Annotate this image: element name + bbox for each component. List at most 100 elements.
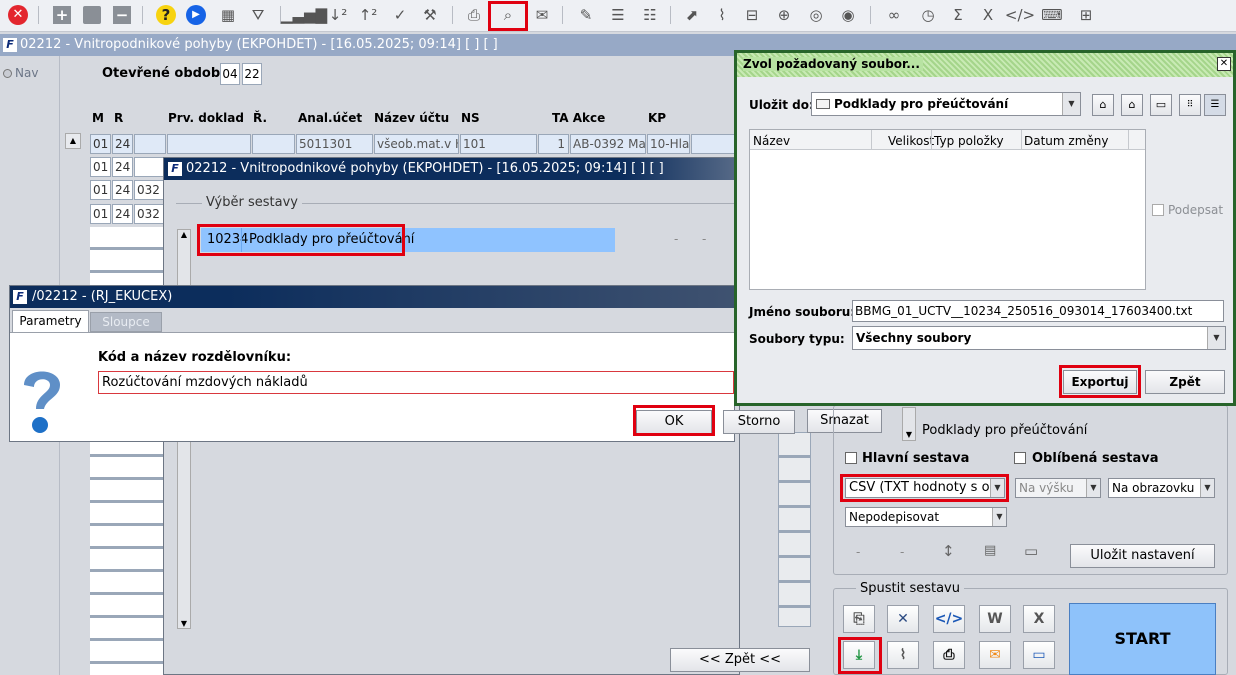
glasses-icon[interactable]: ∞	[882, 3, 906, 27]
row4-m[interactable]: 01	[90, 204, 111, 224]
filetype-select[interactable]: Všechny soubory ▼	[852, 326, 1226, 350]
filename-input[interactable]: BBMG_01_UCTV__10234_250516_093014_176034…	[852, 300, 1224, 322]
printer-icon[interactable]: ⎙	[933, 641, 965, 669]
clock-icon[interactable]: ◷	[916, 3, 940, 27]
sort-asc-icon[interactable]: ↓²	[326, 3, 350, 27]
col-ta-akce[interactable]: TA Akce	[552, 111, 605, 125]
close-icon[interactable]: ✕	[6, 3, 30, 27]
download-icon[interactable]: ⤓	[843, 641, 875, 669]
row1-nazev[interactable]: všeob.mat.v H	[374, 134, 459, 154]
distributor-input[interactable]: Rozúčtování mzdových nákladů	[98, 371, 734, 394]
email-icon[interactable]: ✉	[979, 641, 1011, 669]
row4-c[interactable]: 032	[134, 204, 166, 224]
row1-extra[interactable]	[691, 134, 735, 154]
col-type[interactable]: Typ položky	[934, 134, 1004, 148]
excel-icon[interactable]: X	[976, 3, 1000, 27]
signpost-icon[interactable]: ⊟	[740, 3, 764, 27]
settings-scroll[interactable]: ▼	[902, 407, 916, 441]
row2-c[interactable]	[134, 157, 166, 177]
report-item-selected[interactable]: 10234 Podklady pro přeúčtování	[201, 228, 615, 252]
col-date[interactable]: Datum změny	[1024, 134, 1109, 148]
edit-icon[interactable]: ✎	[574, 3, 598, 27]
list-view-icon[interactable]: ⠿	[1179, 94, 1201, 116]
row1-c[interactable]	[134, 134, 166, 154]
col-prv-doklad[interactable]: Prv. doklad	[168, 111, 244, 125]
new-folder-icon[interactable]: ▭	[1150, 94, 1172, 116]
calendar-icon[interactable]: ▦	[216, 3, 240, 27]
sort-desc-icon[interactable]: ↑²	[356, 3, 380, 27]
wrench-icon[interactable]: ⚒	[418, 3, 442, 27]
col-anal-ucet[interactable]: Anal.účet	[298, 111, 362, 125]
help-icon[interactable]: ?	[154, 3, 178, 27]
period-month[interactable]: 04	[220, 63, 240, 85]
tab-sloupce[interactable]: Sloupce	[90, 312, 162, 332]
home-folder-icon[interactable]: ⌂	[1121, 94, 1143, 116]
word-icon[interactable]: W	[979, 605, 1011, 633]
excel-export-icon[interactable]: X	[1023, 605, 1055, 633]
row1-m[interactable]: 01	[90, 134, 111, 154]
dialog-back-button[interactable]: Zpět	[1145, 370, 1225, 394]
col-r[interactable]: R	[114, 111, 123, 125]
export-button[interactable]: Exportuj	[1063, 370, 1137, 394]
save-in-select[interactable]: Podklady pro přeúčtování ▼	[811, 92, 1081, 116]
orientation-select[interactable]: Na výšku ▼	[1015, 478, 1101, 498]
grid-scroll-up[interactable]: ▲	[65, 133, 81, 149]
eye-icon[interactable]: ◉	[836, 3, 860, 27]
details-view-icon[interactable]: ☰	[1204, 94, 1226, 116]
col-name[interactable]: Název	[753, 134, 790, 148]
height-icon[interactable]: ↕	[942, 542, 955, 560]
tree-icon[interactable]: ⊞	[1074, 3, 1098, 27]
pdf-icon[interactable]: ⎘	[843, 605, 875, 633]
attach-icon[interactable]: ⌇	[887, 641, 919, 669]
compass-icon[interactable]: ◎	[804, 3, 828, 27]
cross-icon[interactable]: ✕	[887, 605, 919, 633]
col-nazev-uctu[interactable]: Název účtu	[374, 111, 449, 125]
row1-kp[interactable]: 10-Hla	[647, 134, 690, 154]
code-icon[interactable]: </>	[1005, 3, 1035, 27]
back-button[interactable]: << Zpět <<	[670, 648, 810, 672]
bars-icon[interactable]: ▁▃▅▇	[281, 3, 327, 27]
col-ns[interactable]: NS	[461, 111, 480, 125]
document-icon[interactable]: ▤	[984, 543, 996, 558]
screen-icon[interactable]: ▭	[1023, 641, 1055, 669]
col-radek[interactable]: Ř.	[253, 111, 267, 125]
format-select[interactable]: CSV (TXT hodnoty s o... ▼	[845, 478, 1005, 498]
sum-icon[interactable]: Σ	[946, 3, 970, 27]
storno-button[interactable]: Storno	[723, 410, 795, 434]
close-icon[interactable]: ✕	[1217, 57, 1231, 71]
sign-checkbox[interactable]	[1152, 204, 1164, 216]
signing-select[interactable]: Nepodepisovat ▼	[845, 507, 1007, 527]
code-export-icon[interactable]: </>	[933, 605, 965, 633]
check-icon[interactable]: ✓	[388, 3, 412, 27]
row3-r[interactable]: 24	[112, 180, 133, 200]
row1-radek[interactable]	[252, 134, 295, 154]
save-settings-button[interactable]: Uložit nastavení	[1070, 544, 1215, 568]
col-size[interactable]: Velikost	[888, 134, 934, 148]
row1-prv-doklad[interactable]	[167, 134, 251, 154]
col-m[interactable]: M	[92, 111, 104, 125]
fav-report-checkbox[interactable]	[1014, 452, 1026, 464]
ok-button[interactable]: OK	[636, 410, 712, 434]
up-folder-icon[interactable]: ⌂	[1092, 94, 1114, 116]
globe-icon[interactable]: ⊕	[772, 3, 796, 27]
row4-r[interactable]: 24	[112, 204, 133, 224]
output-select[interactable]: Na obrazovku ▼	[1108, 478, 1215, 498]
save-icon[interactable]	[80, 3, 104, 27]
add-icon[interactable]: +	[50, 3, 74, 27]
period-year[interactable]: 22	[242, 63, 262, 85]
row1-ns[interactable]: 101	[460, 134, 537, 154]
row1-ta[interactable]: 1	[538, 134, 569, 154]
open-icon[interactable]: ⬈	[680, 3, 704, 27]
delete-icon[interactable]: −	[110, 3, 134, 27]
play-icon[interactable]: ▶	[184, 3, 208, 27]
row1-anal[interactable]: 5011301	[296, 134, 373, 154]
file-list[interactable]: Název Velikost Typ položky Datum změny	[749, 129, 1146, 290]
nav-radio[interactable]	[3, 69, 12, 78]
monitor-icon[interactable]: ▭	[1024, 542, 1038, 560]
print-preview-icon[interactable]: ⌕	[496, 3, 520, 27]
row2-r[interactable]: 24	[112, 157, 133, 177]
attach-icon[interactable]: ⌇	[710, 3, 734, 27]
row1-akce[interactable]: AB-0392 Ma	[570, 134, 646, 154]
col-kp[interactable]: KP	[648, 111, 666, 125]
list-icon[interactable]: ☰	[606, 3, 630, 27]
